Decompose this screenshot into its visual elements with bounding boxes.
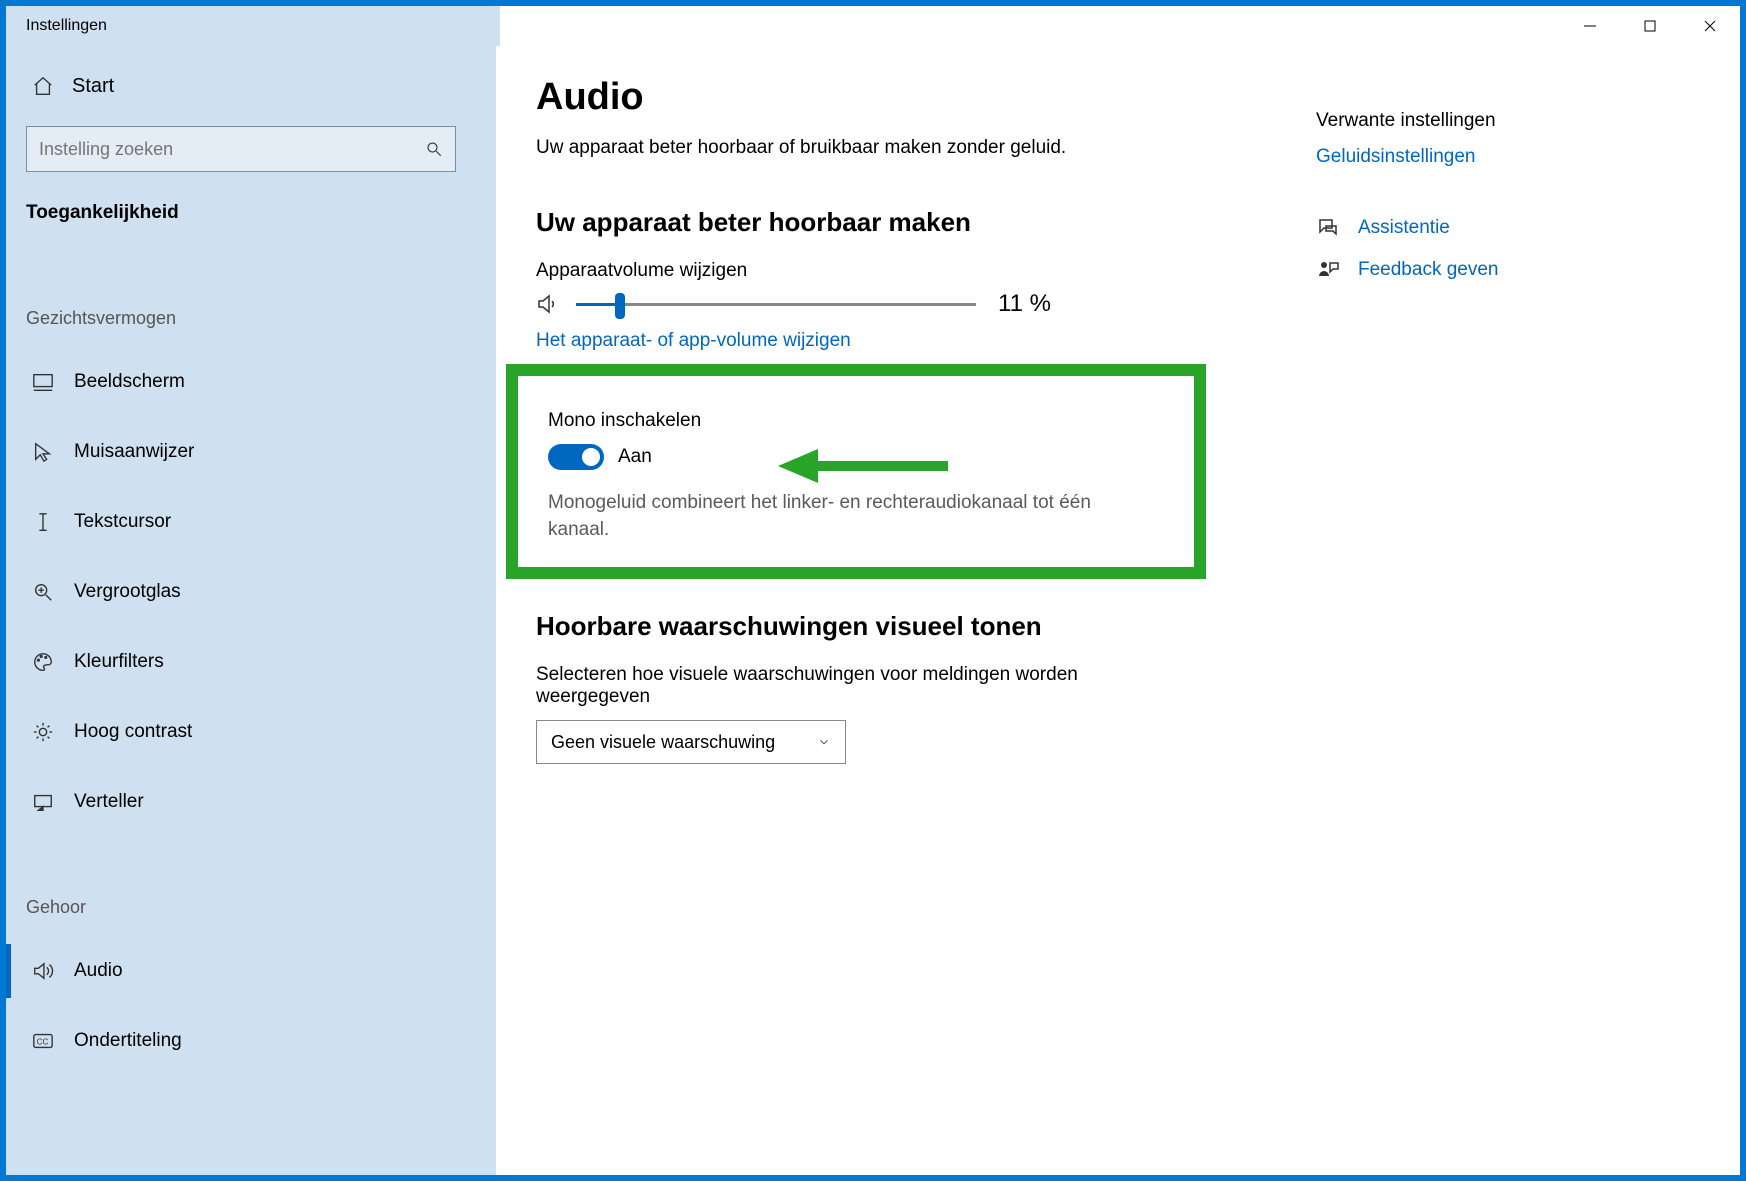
sidebar-item-color-filters[interactable]: Kleurfilters <box>26 627 476 697</box>
cc-icon: CC <box>32 1030 54 1052</box>
palette-icon <box>32 651 54 673</box>
search-icon <box>425 140 443 158</box>
search-box[interactable] <box>26 126 456 172</box>
dropdown-value: Geen visuele waarschuwing <box>551 732 775 753</box>
volume-icon <box>536 292 560 316</box>
mono-description: Monogeluid combineert het linker- en rec… <box>548 490 1128 543</box>
slider-thumb[interactable] <box>615 293 625 319</box>
volume-row: 11 % <box>536 290 1316 318</box>
magnifier-icon <box>32 581 54 603</box>
link-change-volume[interactable]: Het apparaat- of app-volume wijzigen <box>536 330 1316 352</box>
feedback-icon <box>1316 258 1340 282</box>
speaker-icon <box>32 960 54 982</box>
page-title: Audio <box>536 76 1316 119</box>
sidebar-item-high-contrast[interactable]: Hoog contrast <box>26 697 476 767</box>
group-hearing: Gehoor <box>26 897 476 918</box>
titlebar: Instellingen <box>6 6 1740 46</box>
home-icon <box>32 75 54 97</box>
close-button[interactable] <box>1680 6 1740 46</box>
visual-label: Selecteren hoe visuele waarschuwingen vo… <box>536 664 1116 708</box>
maximize-button[interactable] <box>1620 6 1680 46</box>
chevron-down-icon <box>817 735 831 749</box>
sidebar-item-display[interactable]: Beeldscherm <box>26 347 476 417</box>
home-button[interactable]: Start <box>26 58 476 114</box>
toggle-knob <box>582 448 600 466</box>
volume-slider[interactable] <box>576 290 976 318</box>
mono-title: Mono inschakelen <box>548 410 1164 432</box>
sidebar-item-magnifier[interactable]: Vergrootglas <box>26 557 476 627</box>
window-controls <box>1560 6 1740 46</box>
text-cursor-icon <box>32 511 54 533</box>
link-sound-settings[interactable]: Geluidsinstellingen <box>1316 146 1666 168</box>
group-vision: Gezichtsvermogen <box>26 308 476 329</box>
window-title: Instellingen <box>6 17 107 35</box>
svg-text:CC: CC <box>37 1038 49 1047</box>
visual-alert-dropdown[interactable]: Geen visuele waarschuwing <box>536 720 846 764</box>
brightness-icon <box>32 721 54 743</box>
minimize-button[interactable] <box>1560 6 1620 46</box>
sidebar: Start Toegankelijkheid Gezichtsvermogen … <box>6 46 496 1175</box>
mono-toggle[interactable] <box>548 444 604 470</box>
settings-window: Instellingen Start Toegankelijkheid <box>6 6 1740 1175</box>
page-subtitle: Uw apparaat beter hoorbaar of bruikbaar … <box>536 137 1316 159</box>
home-label: Start <box>72 75 114 98</box>
volume-percent: 11 % <box>998 290 1051 318</box>
section-visual-alerts: Hoorbare waarschuwingen visueel tonen <box>536 611 1316 642</box>
mono-state: Aan <box>618 446 652 468</box>
highlight-annotation: Mono inschakelen Aan Monogeluid combinee… <box>506 364 1206 579</box>
related-title: Verwante instellingen <box>1316 110 1666 132</box>
arrow-annotation-icon <box>778 446 948 486</box>
chat-help-icon <box>1316 216 1340 240</box>
sidebar-item-audio[interactable]: Audio <box>26 936 476 1006</box>
sidebar-item-mouse-pointer[interactable]: Muisaanwijzer <box>26 417 476 487</box>
sidebar-item-text-cursor[interactable]: Tekstcursor <box>26 487 476 557</box>
related-panel: Verwante instellingen Geluidsinstellinge… <box>1316 76 1666 1145</box>
cursor-icon <box>32 441 54 463</box>
section-hearable: Uw apparaat beter hoorbaar maken <box>536 207 1316 238</box>
content-area: Audio Uw apparaat beter hoorbaar of brui… <box>496 46 1740 1175</box>
narrator-icon <box>32 791 54 813</box>
help-feedback[interactable]: Feedback geven <box>1316 258 1666 282</box>
sidebar-item-narrator[interactable]: Verteller <box>26 767 476 837</box>
help-assistance[interactable]: Assistentie <box>1316 216 1666 240</box>
category-label: Toegankelijkheid <box>26 202 476 224</box>
monitor-icon <box>32 371 54 393</box>
sidebar-item-captions[interactable]: CC Ondertiteling <box>26 1006 476 1076</box>
search-input[interactable] <box>39 139 425 160</box>
volume-label: Apparaatvolume wijzigen <box>536 260 1316 282</box>
